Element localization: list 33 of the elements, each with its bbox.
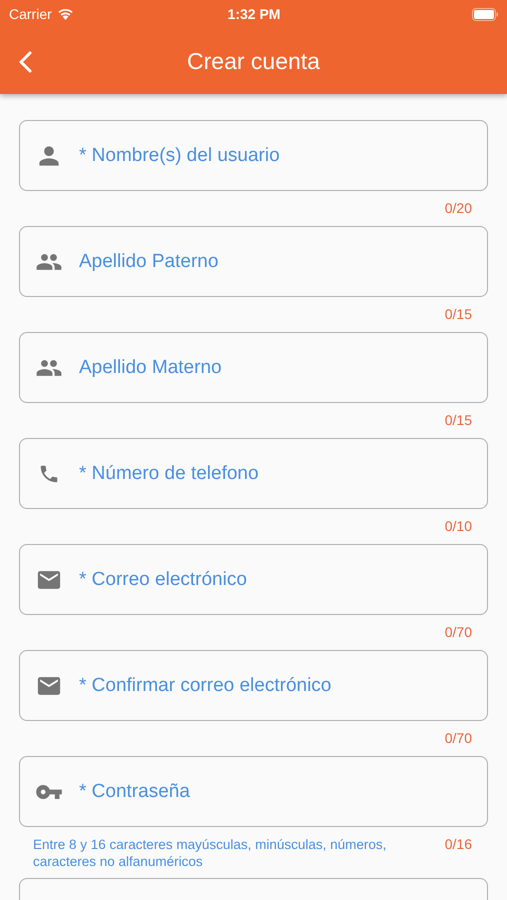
character-counter: 0/10 [444, 518, 472, 535]
clock-time: 1:32 PM [228, 6, 280, 22]
helper-text: Entre 8 y 16 caracteres mayúsculas, minúsculas, números, caracteres no alfanuméricos [33, 836, 388, 870]
wifi-icon [56, 8, 74, 20]
envelope-icon [35, 676, 63, 696]
character-counter: 0/70 [444, 624, 472, 641]
text-input[interactable]: * Correo electrónico [79, 568, 487, 590]
people-icon [35, 252, 63, 270]
input-field[interactable]: * Nombre(s) del usuario [19, 120, 488, 191]
input-field[interactable]: Apellido Materno [19, 332, 488, 403]
text-input[interactable]: * Número de telefono [79, 462, 487, 484]
key-icon [35, 784, 63, 800]
character-counter: 0/70 [444, 730, 472, 747]
input-field[interactable]: Apellido Paterno [19, 226, 488, 297]
character-counter: 0/20 [444, 200, 472, 217]
text-input[interactable]: Apellido Paterno [79, 250, 487, 272]
chevron-left-icon [18, 51, 32, 73]
input-field[interactable]: * Confirmar correo electrónico [19, 650, 488, 721]
character-counter: 0/16 [444, 836, 472, 853]
input-field[interactable]: * Contraseña [19, 756, 488, 827]
people-icon [35, 358, 63, 376]
text-input[interactable]: * Nombre(s) del usuario [79, 144, 487, 166]
character-counter: 0/15 [444, 306, 472, 323]
text-input[interactable]: * Confirmar correo electrónico [79, 674, 487, 696]
text-input[interactable]: Apellido Materno [79, 356, 487, 378]
input-field[interactable]: * Número de telefono [19, 438, 488, 509]
character-counter: 0/15 [444, 412, 472, 429]
carrier-name: Carrier [9, 6, 52, 22]
battery-icon [472, 8, 499, 20]
screen-title: Crear cuenta [187, 48, 320, 74]
text-input[interactable]: * Contraseña [79, 780, 487, 802]
input-field[interactable]: * Correo electrónico [19, 544, 488, 615]
envelope-icon [35, 570, 63, 590]
